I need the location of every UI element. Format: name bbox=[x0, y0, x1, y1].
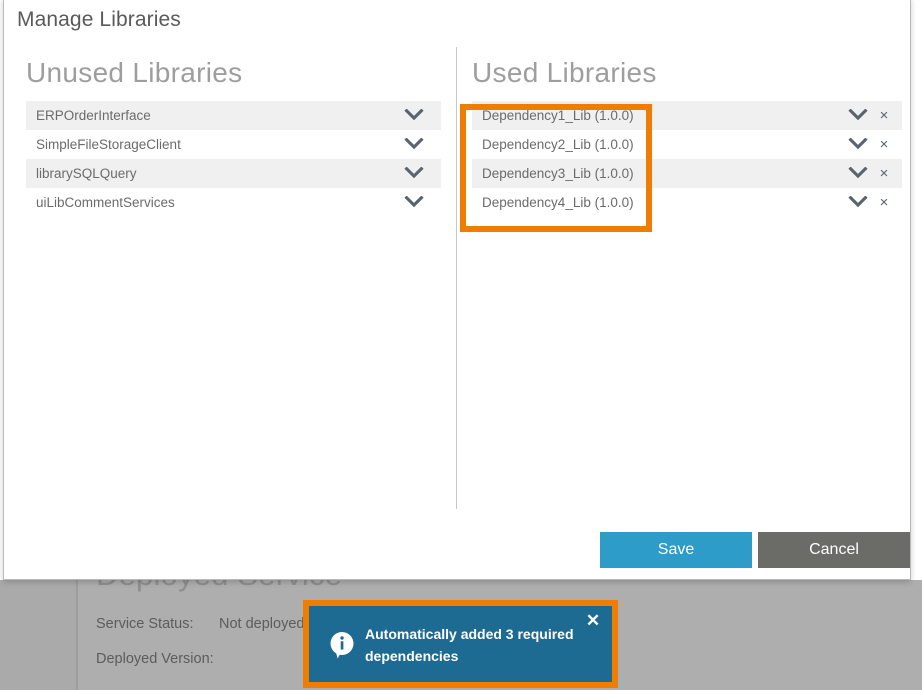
chevron-down-icon[interactable] bbox=[845, 134, 871, 156]
manage-libraries-dialog: Manage Libraries Unused Libraries ERPOrd… bbox=[3, 0, 911, 580]
toast-message: Automatically added 3 required dependenc… bbox=[365, 626, 574, 664]
chevron-down-icon[interactable] bbox=[845, 163, 871, 185]
library-name: SimpleFileStorageClient bbox=[36, 137, 181, 152]
list-item[interactable]: Dependency1_Lib (1.0.0) × bbox=[472, 101, 902, 130]
chevron-down-icon[interactable] bbox=[845, 192, 871, 214]
row-actions: × bbox=[845, 134, 902, 156]
row-actions: × bbox=[845, 163, 902, 185]
background-left-rail bbox=[0, 580, 76, 690]
library-name: Dependency2_Lib (1.0.0) bbox=[482, 137, 634, 152]
background-deployed-version-label: Deployed Version: bbox=[96, 651, 214, 667]
row-actions bbox=[401, 163, 441, 185]
unused-libraries-list: ERPOrderInterface SimpleFileStorageClien… bbox=[26, 101, 441, 217]
library-name: librarySQLQuery bbox=[36, 166, 137, 181]
used-libraries-heading: Used Libraries bbox=[472, 57, 657, 88]
row-actions bbox=[401, 105, 441, 127]
chevron-down-icon[interactable] bbox=[401, 192, 427, 214]
chevron-down-icon[interactable] bbox=[401, 134, 427, 156]
used-libraries-panel: Used Libraries Dependency1_Lib (1.0.0) ×… bbox=[472, 57, 902, 217]
list-item[interactable]: ERPOrderInterface bbox=[26, 101, 441, 130]
close-icon[interactable]: × bbox=[873, 105, 895, 127]
chevron-down-icon[interactable] bbox=[845, 105, 871, 127]
unused-libraries-heading: Unused Libraries bbox=[26, 57, 243, 88]
save-button[interactable]: Save bbox=[600, 532, 752, 568]
row-actions: × bbox=[845, 105, 902, 127]
list-item[interactable]: SimpleFileStorageClient bbox=[26, 130, 441, 159]
library-name: Dependency1_Lib (1.0.0) bbox=[482, 108, 634, 123]
toast-notification: Automatically added 3 required dependenc… bbox=[309, 606, 612, 682]
chevron-down-icon[interactable] bbox=[401, 105, 427, 127]
row-actions: × bbox=[845, 192, 902, 214]
close-icon[interactable]: ✕ bbox=[582, 610, 604, 632]
list-item[interactable]: Dependency3_Lib (1.0.0) × bbox=[472, 159, 902, 188]
unused-libraries-panel: Unused Libraries ERPOrderInterface Simpl… bbox=[26, 57, 441, 217]
dialog-title: Manage Libraries bbox=[17, 8, 181, 31]
used-libraries-list: Dependency1_Lib (1.0.0) × Dependency2_Li… bbox=[472, 101, 902, 217]
list-item[interactable]: Dependency2_Lib (1.0.0) × bbox=[472, 130, 902, 159]
panel-divider bbox=[456, 47, 457, 509]
close-icon[interactable]: × bbox=[873, 192, 895, 214]
row-actions bbox=[401, 134, 441, 156]
library-name: uiLibCommentServices bbox=[36, 195, 175, 210]
background-service-status-label: Service Status: bbox=[96, 616, 194, 632]
list-item[interactable]: Dependency4_Lib (1.0.0) × bbox=[472, 188, 902, 217]
library-name: ERPOrderInterface bbox=[36, 108, 151, 123]
info-bubble-icon bbox=[327, 630, 357, 660]
background-service-status-value: Not deployed bbox=[219, 616, 305, 632]
library-name: Dependency4_Lib (1.0.0) bbox=[482, 195, 634, 210]
close-icon[interactable]: × bbox=[873, 134, 895, 156]
list-item[interactable]: librarySQLQuery bbox=[26, 159, 441, 188]
list-item[interactable]: uiLibCommentServices bbox=[26, 188, 441, 217]
row-actions bbox=[401, 192, 441, 214]
library-name: Dependency3_Lib (1.0.0) bbox=[482, 166, 634, 181]
chevron-down-icon[interactable] bbox=[401, 163, 427, 185]
close-icon[interactable]: × bbox=[873, 163, 895, 185]
screen: Deployed Service Service Status: Not dep… bbox=[0, 0, 922, 690]
cancel-button[interactable]: Cancel bbox=[758, 532, 910, 568]
